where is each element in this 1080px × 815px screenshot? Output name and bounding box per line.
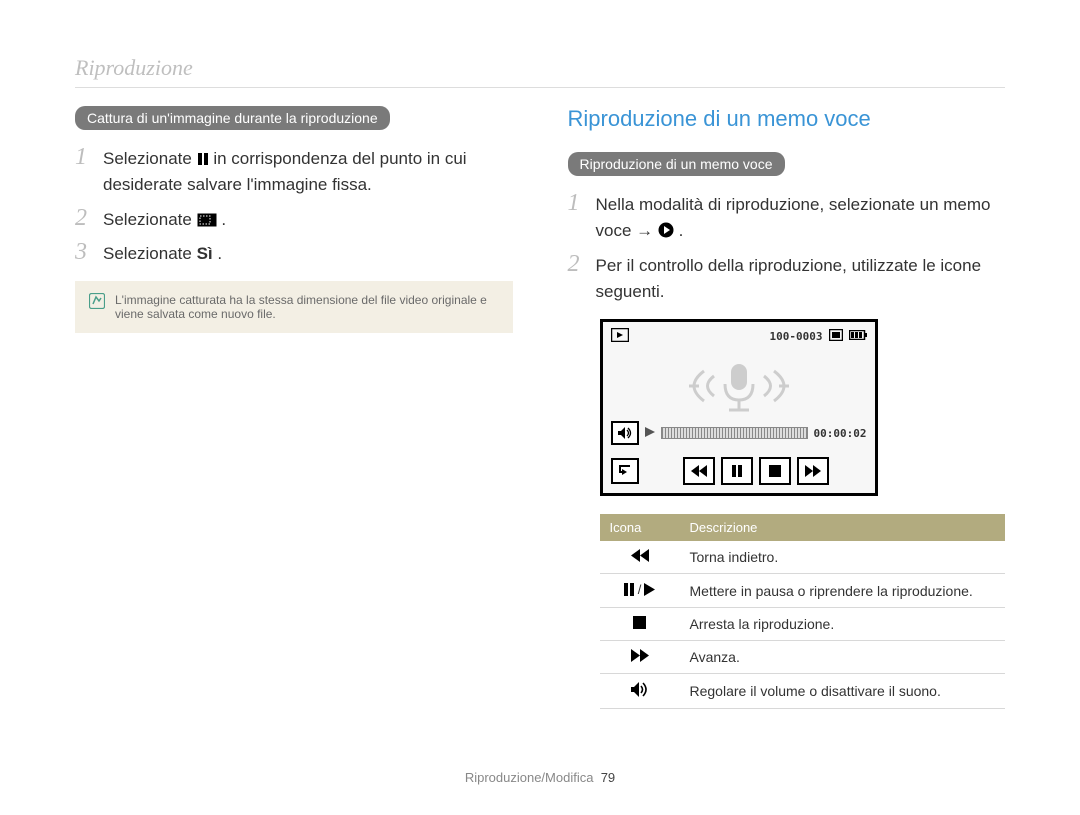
table-row: / Mettere in pausa o riprendere la ripro…: [600, 574, 1006, 608]
cell-desc: Torna indietro.: [680, 541, 1006, 574]
subsection-pill-capture: Cattura di un'immagine durante la riprod…: [75, 106, 390, 130]
pause-play-icon: /: [624, 582, 656, 597]
step-number: 3: [75, 239, 93, 267]
step-number: 2: [75, 205, 93, 233]
cell-desc: Mettere in pausa o riprendere la riprodu…: [680, 574, 1006, 608]
cell-icon: [600, 541, 680, 574]
pause-button[interactable]: [721, 457, 753, 485]
back-button[interactable]: [611, 458, 639, 484]
forward-button[interactable]: [797, 457, 829, 485]
pause-icon: [197, 152, 209, 166]
cell-icon: [600, 674, 680, 709]
rewind-icon: [631, 549, 649, 565]
subsection-pill-voice-memo: Riproduzione di un memo voce: [568, 152, 785, 176]
forward-icon: [631, 649, 649, 665]
table-header-row: Icona Descrizione: [600, 514, 1006, 541]
rewind-button[interactable]: [683, 457, 715, 485]
step-text: Selezionate in corrispondenza del punto …: [103, 144, 513, 199]
step-number: 1: [75, 144, 93, 199]
screen-controls-row: [603, 451, 875, 493]
elapsed-time: 00:00:02: [814, 427, 867, 440]
right-column: Riproduzione di un memo voce Riproduzion…: [568, 106, 1006, 750]
screen-status-bar: 100-0003: [603, 322, 875, 351]
left-column: Cattura di un'immagine durante la riprod…: [75, 106, 513, 750]
note-box: L'immagine catturata ha la stessa dimens…: [75, 281, 513, 333]
step: 2 Selezionate .: [75, 205, 513, 233]
step-bold: Sì: [197, 244, 213, 263]
note-icon: [89, 293, 105, 321]
volume-button[interactable]: [611, 421, 639, 445]
stop-icon: [633, 616, 646, 632]
table-row: Arresta la riproduzione.: [600, 608, 1006, 641]
table-row: Regolare il volume o disattivare il suon…: [600, 674, 1006, 709]
page-number: 79: [601, 770, 615, 785]
memory-icon: [829, 329, 843, 344]
cell-desc: Regolare il volume o disattivare il suon…: [680, 674, 1006, 709]
table-row: Avanza.: [600, 641, 1006, 674]
step-text: Selezionate .: [103, 205, 513, 233]
th-description: Descrizione: [680, 514, 1006, 541]
crop-icon: [197, 213, 217, 227]
step: 1 Selezionate in corrispondenza del punt…: [75, 144, 513, 199]
cell-icon: /: [600, 574, 680, 608]
device-screen: 100-0003: [600, 319, 878, 496]
cell-desc: Avanza.: [680, 641, 1006, 674]
footer-section: Riproduzione/Modifica: [465, 770, 594, 785]
playback-mode-icon: [611, 328, 629, 345]
cell-icon: [600, 641, 680, 674]
note-text: L'immagine catturata ha la stessa dimens…: [115, 293, 499, 321]
step: 3 Selezionate Sì .: [75, 239, 513, 267]
progress-bar[interactable]: [661, 427, 808, 439]
step: 1 Nella modalità di riproduzione, selezi…: [568, 190, 1006, 245]
step-text: Nella modalità di riproduzione, selezion…: [596, 190, 1006, 245]
table-row: Torna indietro.: [600, 541, 1006, 574]
icon-description-table: Icona Descrizione Torna indietro. /: [600, 514, 1006, 709]
page-header-title: Riproduzione: [75, 55, 1005, 81]
screen-progress-row: 00:00:02: [603, 421, 875, 451]
screen-status-right: 100-0003: [770, 329, 867, 344]
steps-list-right: 1 Nella modalità di riproduzione, selezi…: [568, 190, 1006, 305]
volume-icon: [631, 684, 649, 700]
divider: [75, 87, 1005, 88]
steps-list-left: 1 Selezionate in corrispondenza del punt…: [75, 144, 513, 267]
battery-icon: [849, 330, 867, 343]
th-icon: Icona: [600, 514, 680, 541]
page-footer: Riproduzione/Modifica 79: [75, 750, 1005, 785]
step-number: 2: [568, 251, 586, 306]
two-column-layout: Cattura di un'immagine durante la riprod…: [75, 106, 1005, 750]
step: 2 Per il controllo della riproduzione, u…: [568, 251, 1006, 306]
voice-memo-graphic: [603, 351, 875, 421]
step-text: Per il controllo della riproduzione, uti…: [596, 251, 1006, 306]
cell-icon: [600, 608, 680, 641]
step-number: 1: [568, 190, 586, 245]
play-circle-icon: [658, 222, 674, 238]
page: Riproduzione Cattura di un'immagine dura…: [0, 0, 1080, 815]
section-title-voice-memo: Riproduzione di un memo voce: [568, 106, 1006, 132]
file-counter: 100-0003: [770, 330, 823, 343]
stop-button[interactable]: [759, 457, 791, 485]
progress-play-icon: [645, 424, 655, 442]
cell-desc: Arresta la riproduzione.: [680, 608, 1006, 641]
step-text: Selezionate Sì .: [103, 239, 513, 267]
device-screen-illustration: 100-0003: [600, 319, 1006, 496]
